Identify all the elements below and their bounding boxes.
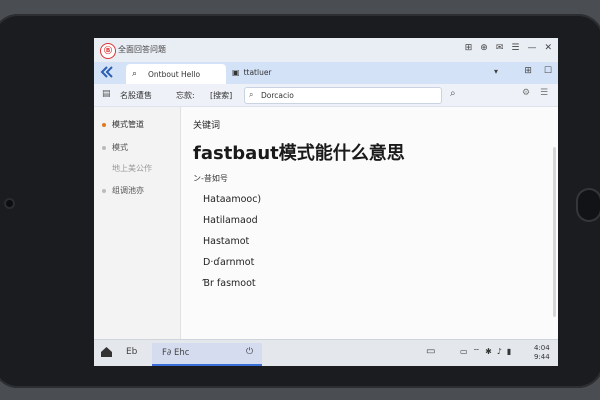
search-input-value: Dorcacio [261,91,294,100]
list-item[interactable]: D·ɗarnmot [203,257,254,268]
tab-grid-icon[interactable]: ⊞ [524,66,532,76]
sidebar-item-label: 模式管道 [112,120,144,129]
close-button[interactable]: ✕ [544,43,552,53]
grid-icon[interactable]: ⊞ [465,43,473,53]
toolbar-label-3[interactable]: [搜索] [210,90,232,101]
scrollbar[interactable] [553,147,556,317]
main-content: 关键词 fastbaut模式能什么意思 ン-昔如号 Hataamooc) Hat… [181,107,558,339]
wifi-icon[interactable]: ⌔ [473,347,481,357]
tab-second[interactable]: ▣ ttatluer [232,68,272,77]
more-icon[interactable]: ☰ [540,88,548,98]
toolbar-label-2[interactable]: 忘款: [176,90,195,101]
clock[interactable]: 4:04 9:44 [534,344,550,362]
tab-window-icon[interactable]: ☐ [544,66,552,76]
search-icon[interactable]: ⌕ [450,88,456,99]
dot-icon [102,188,106,193]
menu-icon[interactable]: ☰ [511,43,519,53]
extension-icon[interactable]: ⊕ [480,43,488,53]
sidebar-subitem[interactable]: 地上美公作 [112,163,152,174]
sidebar-item-label: 组调池亦 [112,186,144,195]
section-label: 关键词 [193,121,221,131]
bluetooth-icon[interactable]: ✱ [485,347,492,357]
screen: Ⓑ 全面回答问题 ⊞ ⊕ ✉ ☰ — ✕ ⌕ Ontbout Hello ▣ tt… [94,38,558,366]
page-title: fastbaut模式能什么意思 [193,143,405,164]
mail-icon[interactable]: ✉ [496,43,504,53]
app-logo-icon: Ⓑ [100,43,116,59]
window-title: 全面回答问题 [118,45,166,54]
window-controls: ⊞ ⊕ ✉ ☰ — ✕ [465,43,552,53]
toolbar-label-1[interactable]: 名股遭售 [120,90,152,101]
list-item[interactable]: Hastamot [203,236,249,247]
search-field-icon: ⌕ [249,90,254,99]
tab-bar: ⌕ Ontbout Hello ▣ ttatluer ▾ ⊞ ☐ [94,62,558,84]
network-icon[interactable]: ▭ [460,347,468,357]
tab-second-label: ttatluer [243,68,272,77]
back-icon[interactable] [100,66,116,80]
tab-page-icon: ▣ [232,68,240,77]
sidebar-item-group[interactable]: 组调池亦 [102,185,144,196]
power-icon: ⏻ [246,347,254,357]
start-button[interactable] [100,346,113,361]
chevron-down-icon[interactable]: ▾ [494,67,498,76]
battery-icon[interactable]: ▮ [507,347,511,357]
minimize-button[interactable]: — [527,43,536,53]
sidebar-item-mode[interactable]: 模式 [102,142,128,153]
sidebar-item-mode-management[interactable]: 模式管道 [102,119,144,130]
tab-active[interactable]: ⌕ Ontbout Hello [126,64,226,84]
search-input[interactable]: ⌕ Dorcacio [244,87,442,104]
list-item[interactable]: Hataamooc) [203,194,261,205]
sidebar-item-label: 模式 [112,143,128,152]
sidebar: 模式管道 模式 地上美公作 组调池亦 [94,107,181,339]
system-tray: ▭ ⌔ ✱ ♪ ▮ [460,347,511,357]
taskbar: Eb F∂ Ehc ⏻ ▭ ▭ ⌔ ✱ ♪ ▮ 4:04 9:44 [94,339,558,366]
home-button[interactable] [578,190,600,220]
toolbar: ▤ 名股遭售 忘款: [搜索] ⌕ Dorcacio ⌕ ⚙ ☰ [94,84,558,107]
volume-icon[interactable]: ♪ [497,347,502,357]
clock-date: 9:44 [534,353,550,361]
list-item[interactable]: Hatilamaod [203,215,258,226]
list-item[interactable]: Ɓr fasmoot [203,278,256,289]
window-icon[interactable]: ▭ [426,346,435,357]
taskbar-active-app[interactable]: F∂ Ehc ⏻ [152,343,262,366]
search-icon: ⌕ [132,69,138,79]
tab-active-label: Ontbout Hello [148,70,201,79]
list-header: ン-昔如号 [193,174,228,183]
title-bar: Ⓑ 全面回答问题 ⊞ ⊕ ✉ ☰ — ✕ [94,38,558,62]
tab-tools: ⊞ ☐ [524,66,552,76]
active-dot-icon [102,122,106,127]
document-icon: ▤ [102,89,111,99]
clock-time: 4:04 [534,344,550,352]
dot-icon [102,145,106,150]
settings-icon[interactable]: ⚙ [522,88,530,98]
taskbar-app[interactable]: Eb [126,347,137,357]
camera-icon [6,200,13,207]
taskbar-active-label: F∂ Ehc [162,348,190,358]
